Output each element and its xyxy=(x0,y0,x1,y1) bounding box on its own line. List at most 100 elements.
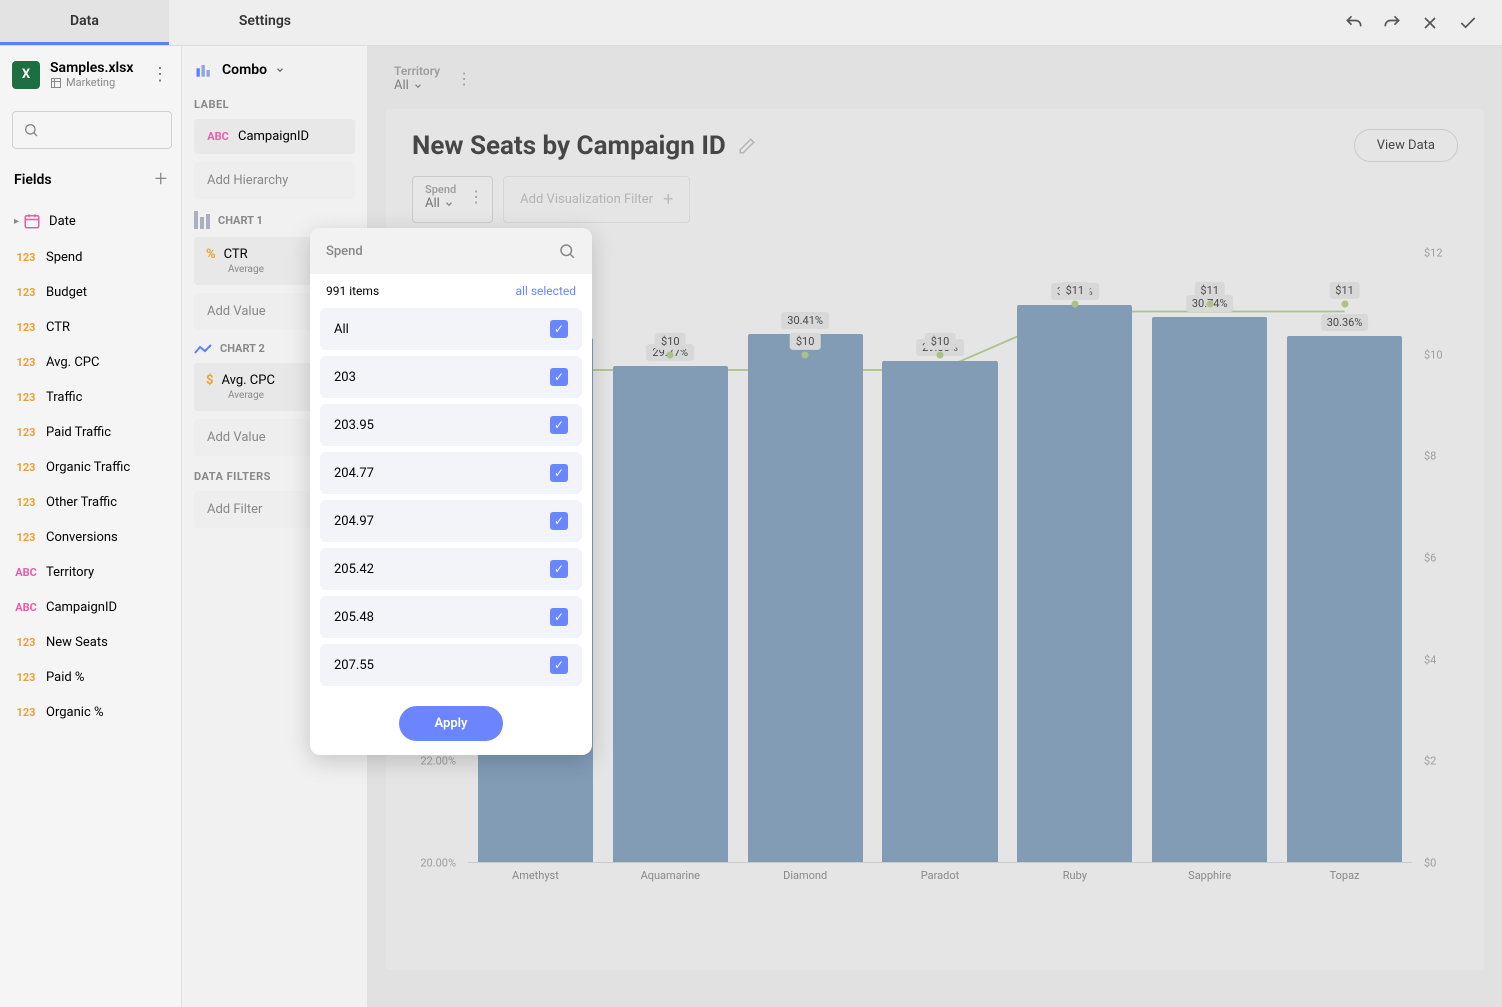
y-axis-right-tick: $4 xyxy=(1424,653,1436,666)
y-axis-right-tick: $2 xyxy=(1424,755,1436,768)
bar[interactable] xyxy=(748,334,863,862)
field-item-ctr[interactable]: 123CTR xyxy=(0,310,181,345)
filter-option[interactable]: 203.95✓ xyxy=(320,404,582,446)
spend-filter-popover: Spend 991 items all selected All✓203✓203… xyxy=(310,228,592,755)
plus-icon: + xyxy=(663,189,673,210)
territory-filter-value[interactable]: All xyxy=(394,78,440,93)
checkbox-icon: ✓ xyxy=(550,320,568,338)
chart-title: New Seats by Campaign ID xyxy=(412,131,726,161)
line-point[interactable] xyxy=(1341,300,1348,307)
line-point[interactable] xyxy=(802,351,809,358)
search-input[interactable] xyxy=(12,111,172,149)
x-axis-label: Sapphire xyxy=(1188,869,1231,882)
field-item-paid-[interactable]: 123Paid % xyxy=(0,660,181,695)
apply-button[interactable]: Apply xyxy=(399,706,504,741)
percent-icon: % xyxy=(206,247,216,262)
checkbox-icon: ✓ xyxy=(550,416,568,434)
edit-title-icon[interactable] xyxy=(738,137,756,155)
x-axis-label: Paradot xyxy=(921,869,959,882)
calendar-icon xyxy=(23,212,41,230)
checkbox-icon: ✓ xyxy=(550,560,568,578)
field-item-new-seats[interactable]: 123New Seats xyxy=(0,625,181,660)
file-name: Samples.xlsx xyxy=(50,60,133,76)
filter-option[interactable]: 203✓ xyxy=(320,356,582,398)
checkbox-icon: ✓ xyxy=(550,512,568,530)
fields-heading: Fields xyxy=(14,172,52,188)
checkbox-icon: ✓ xyxy=(550,656,568,674)
view-data-button[interactable]: View Data xyxy=(1354,129,1458,162)
x-axis-label: Topaz xyxy=(1330,869,1360,882)
add-visualization-filter[interactable]: Add Visualization Filter + xyxy=(503,176,690,223)
chevron-down-icon xyxy=(444,199,454,209)
excel-icon: X xyxy=(12,61,40,89)
label-chip-campaignid[interactable]: ABCCampaignID xyxy=(194,119,355,154)
undo-icon[interactable] xyxy=(1344,13,1364,33)
combo-chart-icon xyxy=(194,60,214,80)
tab-settings[interactable]: Settings xyxy=(169,0,361,45)
field-item-campaignid[interactable]: ABCCampaignID xyxy=(0,590,181,625)
territory-menu-icon[interactable]: ⋮ xyxy=(456,69,472,88)
field-item-other-traffic[interactable]: 123Other Traffic xyxy=(0,485,181,520)
sheet-name: Marketing xyxy=(50,76,133,89)
bar[interactable] xyxy=(1287,336,1402,862)
dollar-icon: $ xyxy=(206,373,213,388)
field-item-territory[interactable]: ABCTerritory xyxy=(0,555,181,590)
chevron-down-icon xyxy=(275,65,285,75)
top-bar: Data Settings xyxy=(0,0,1502,46)
bar[interactable] xyxy=(1017,305,1132,862)
chevron-down-icon xyxy=(413,81,423,91)
spend-filter[interactable]: Spend All ⋮ xyxy=(412,176,493,223)
line-value-label: $11 xyxy=(1329,282,1360,299)
field-item-organic-[interactable]: 123Organic % xyxy=(0,695,181,730)
chart1-section-header: CHART 1 xyxy=(194,211,355,229)
fields-sidebar: X Samples.xlsx Marketing ⋮ Fields + ▸Dat… xyxy=(0,46,182,1007)
filter-option[interactable]: 207.55✓ xyxy=(320,644,582,686)
redo-icon[interactable] xyxy=(1382,13,1402,33)
spend-filter-menu-icon[interactable]: ⋮ xyxy=(468,187,484,206)
add-hierarchy-button[interactable]: Add Hierarchy xyxy=(194,162,355,199)
filter-option[interactable]: 204.77✓ xyxy=(320,452,582,494)
tab-data[interactable]: Data xyxy=(0,0,169,45)
y-axis-right-tick: $8 xyxy=(1424,450,1436,463)
field-item-spend[interactable]: 123Spend xyxy=(0,240,181,275)
y-axis-right-tick: $6 xyxy=(1424,552,1436,565)
bar-value-label: 30.41% xyxy=(781,312,829,329)
checkbox-icon: ✓ xyxy=(550,368,568,386)
field-item-paid-traffic[interactable]: 123Paid Traffic xyxy=(0,415,181,450)
search-icon[interactable] xyxy=(558,242,576,260)
filter-option[interactable]: All✓ xyxy=(320,308,582,350)
bar[interactable] xyxy=(1152,317,1267,862)
filter-option[interactable]: 205.48✓ xyxy=(320,596,582,638)
bar[interactable] xyxy=(882,361,997,862)
confirm-icon[interactable] xyxy=(1458,13,1478,33)
checkbox-icon: ✓ xyxy=(550,608,568,626)
all-selected-link[interactable]: all selected xyxy=(515,284,576,298)
bar-value-label: 30.36% xyxy=(1321,314,1369,331)
filter-option[interactable]: 204.97✓ xyxy=(320,500,582,542)
line-value-label: $10 xyxy=(655,332,686,349)
y-axis-right-tick: $10 xyxy=(1424,348,1443,361)
line-point[interactable] xyxy=(937,351,944,358)
line-point[interactable] xyxy=(667,351,674,358)
line-point[interactable] xyxy=(1206,300,1213,307)
field-item-conversions[interactable]: 123Conversions xyxy=(0,520,181,555)
line-value-label: $11 xyxy=(1060,282,1091,299)
field-item-organic-traffic[interactable]: 123Organic Traffic xyxy=(0,450,181,485)
add-field-icon[interactable]: + xyxy=(155,167,167,192)
line-value-label: $10 xyxy=(790,332,821,349)
filter-option[interactable]: 205.42✓ xyxy=(320,548,582,590)
y-axis-left-tick: 20.00% xyxy=(420,857,456,870)
search-icon xyxy=(23,122,39,138)
file-menu-icon[interactable]: ⋮ xyxy=(151,64,169,85)
bar[interactable] xyxy=(613,366,728,862)
field-item-date[interactable]: ▸Date xyxy=(0,202,181,240)
viz-type-selector[interactable]: Combo xyxy=(194,60,355,80)
territory-filter-label: Territory xyxy=(394,64,440,78)
field-item-avg-cpc[interactable]: 123Avg. CPC xyxy=(0,345,181,380)
field-item-traffic[interactable]: 123Traffic xyxy=(0,380,181,415)
checkbox-icon: ✓ xyxy=(550,464,568,482)
line-chart-icon xyxy=(194,343,212,355)
close-icon[interactable] xyxy=(1420,13,1440,33)
field-item-budget[interactable]: 123Budget xyxy=(0,275,181,310)
line-point[interactable] xyxy=(1071,300,1078,307)
